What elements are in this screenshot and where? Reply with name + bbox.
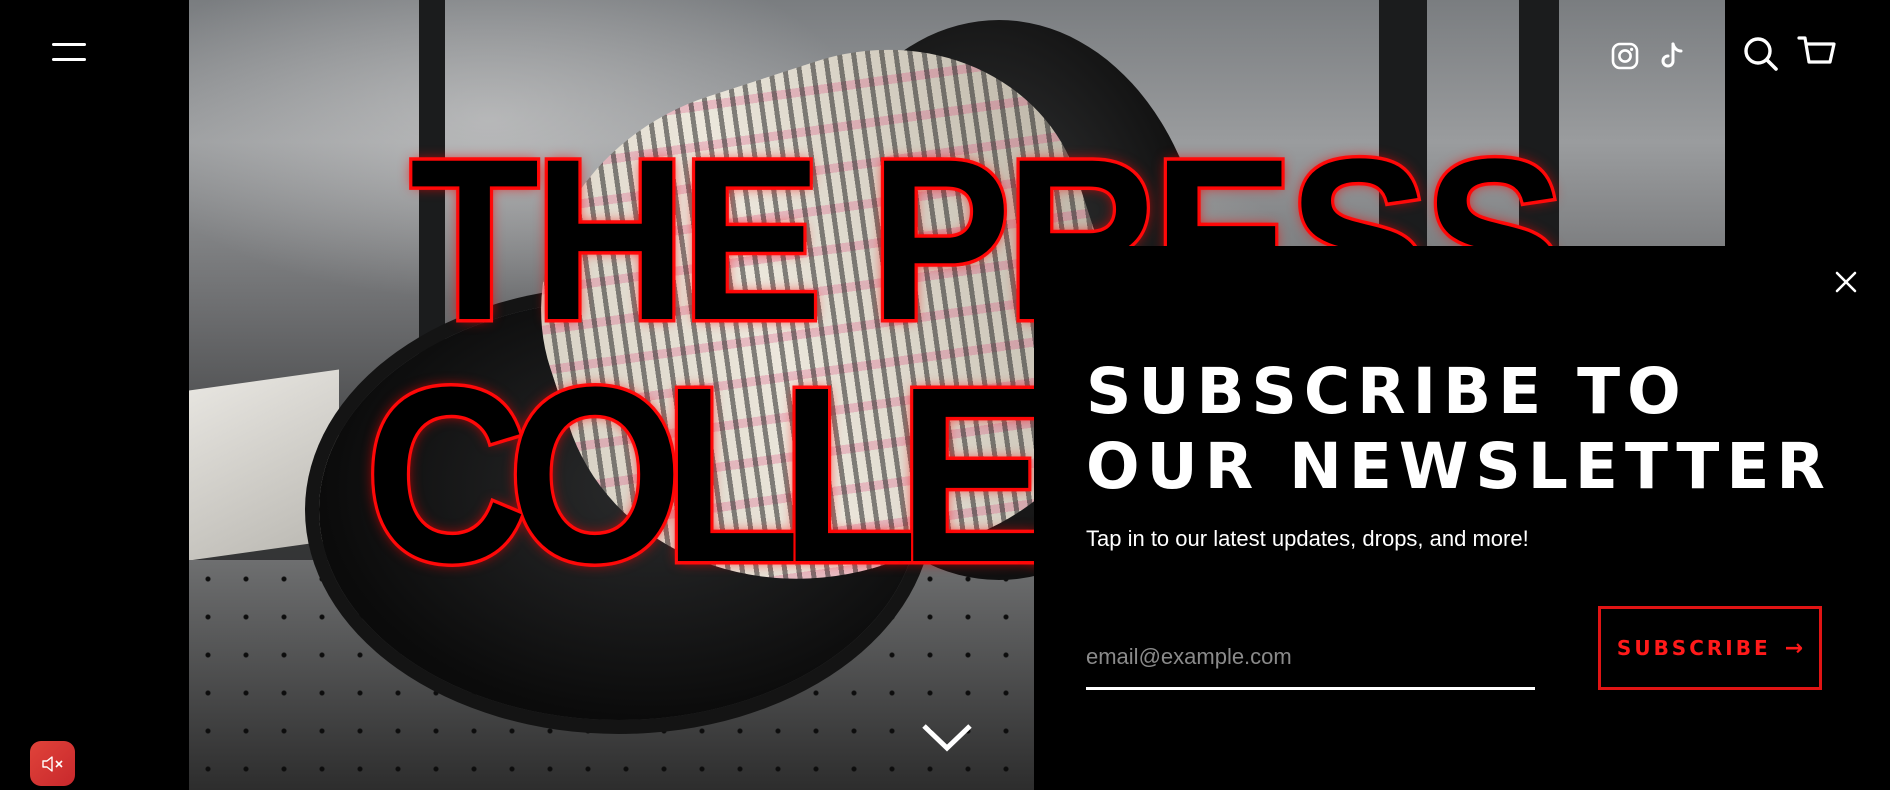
tiktok-link[interactable] [1657, 40, 1689, 72]
instagram-link[interactable] [1609, 40, 1641, 72]
cart-icon [1797, 36, 1836, 64]
newsletter-title: SUBSCRIBE TO OUR NEWSLETTER [1086, 354, 1866, 504]
newsletter-title-line-1: SUBSCRIBE TO [1086, 355, 1688, 428]
close-icon [1835, 271, 1857, 293]
subscribe-button[interactable]: SUBSCRIBE → [1598, 606, 1822, 690]
cart-button[interactable] [1797, 34, 1837, 74]
arrow-right-icon: → [1784, 635, 1804, 661]
search-button[interactable] [1741, 34, 1781, 74]
newsletter-title-line-2: OUR NEWSLETTER [1086, 430, 1832, 503]
newsletter-subtitle: Tap in to our latest updates, drops, and… [1086, 526, 1529, 551]
subscribe-button-label: SUBSCRIBE [1616, 636, 1771, 660]
chevron-down-icon [922, 724, 972, 752]
scroll-down-button[interactable] [920, 718, 974, 754]
instagram-icon [1611, 42, 1639, 70]
hamburger-menu-icon [52, 58, 86, 61]
speaker-muted-icon [41, 755, 63, 772]
menu-button[interactable] [52, 43, 86, 63]
newsletter-modal: SUBSCRIBE TO OUR NEWSLETTER Tap in to ou… [1034, 246, 1890, 790]
email-field[interactable] [1086, 626, 1535, 690]
modal-close-button[interactable] [1828, 264, 1864, 300]
hamburger-menu-icon [52, 43, 86, 46]
hero-paper [189, 369, 339, 561]
search-icon [1744, 37, 1778, 71]
tiktok-icon [1661, 42, 1683, 68]
sound-toggle-button[interactable] [30, 741, 75, 786]
